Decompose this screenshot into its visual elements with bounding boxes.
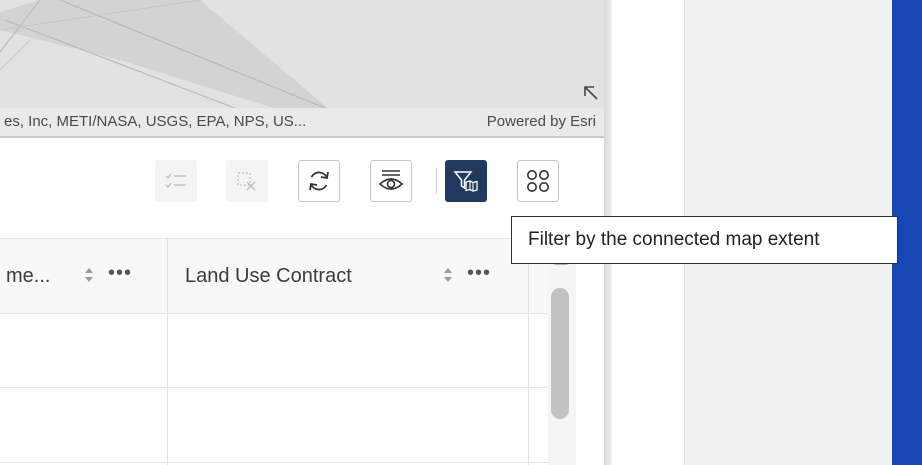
column-divider <box>528 238 529 465</box>
eye-columns-icon <box>378 170 404 190</box>
table-row[interactable] <box>0 313 548 388</box>
refresh-icon <box>309 171 329 191</box>
more-horizontal-icon[interactable]: ••• <box>467 263 491 283</box>
grid-circles-icon <box>527 170 549 192</box>
filter-by-map-extent-button[interactable] <box>445 160 487 202</box>
clear-selection-button[interactable] <box>226 160 268 202</box>
filter-map-icon <box>453 171 478 192</box>
checklist-icon <box>165 173 186 188</box>
column-divider <box>167 238 168 465</box>
scrollbar-thumb[interactable] <box>551 288 569 419</box>
tooltip-text: Filter by the connected map extent <box>528 229 820 250</box>
table-header-row: me... ••• Land Use Contract ••• <box>0 238 576 314</box>
more-options-button[interactable] <box>517 160 559 202</box>
show-hide-columns-button[interactable] <box>370 160 412 202</box>
refresh-button[interactable] <box>298 160 340 202</box>
map-view[interactable]: es, Inc, METI/NASA, USGS, EPA, NPS, US..… <box>0 0 604 138</box>
column-header-label: Land Use Contract <box>185 265 352 287</box>
column-header-label: me... <box>6 265 51 287</box>
show-selection-button[interactable] <box>155 160 197 202</box>
more-horizontal-icon[interactable]: ••• <box>108 263 132 283</box>
toolbar-divider <box>436 168 437 194</box>
sort-icon[interactable] <box>84 267 94 283</box>
table-panel: me... ••• Land Use Contract ••• <box>0 138 604 465</box>
filter-tooltip: Filter by the connected map extent <box>511 216 898 264</box>
map-attribution: es, Inc, METI/NASA, USGS, EPA, NPS, US..… <box>0 108 604 136</box>
sort-icon[interactable] <box>443 267 453 283</box>
attribution-credits[interactable]: es, Inc, METI/NASA, USGS, EPA, NPS, US..… <box>4 108 306 136</box>
expand-arrow-icon[interactable] <box>582 84 600 102</box>
select-clear-icon <box>237 172 256 191</box>
column-header-land-use-contract[interactable]: Land Use Contract <box>185 239 445 313</box>
powered-by-esri[interactable]: Powered by Esri <box>487 108 596 136</box>
table-row[interactable] <box>0 388 548 463</box>
